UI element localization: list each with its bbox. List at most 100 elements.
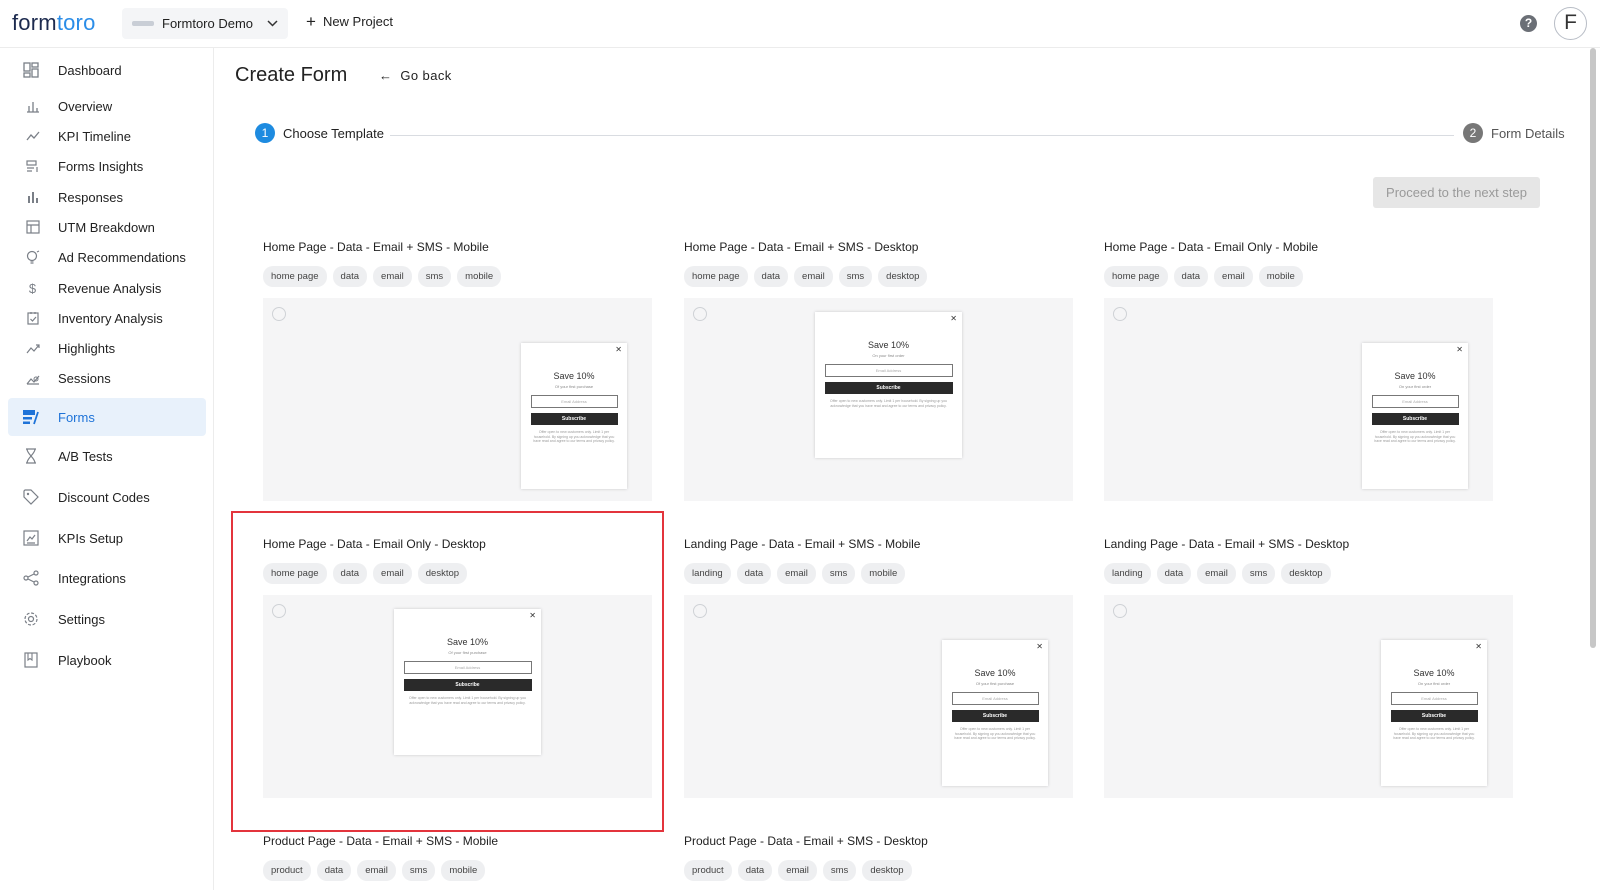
sidebar-item-integrations[interactable]: Integrations xyxy=(8,561,206,595)
forms-insights-icon xyxy=(25,159,40,174)
template-card[interactable]: Landing Page - Data - Email + SMS - Desk… xyxy=(1104,537,1513,798)
tag: home page xyxy=(263,266,327,287)
step-number: 1 xyxy=(255,123,275,143)
sidebar-item-label: Overview xyxy=(58,98,113,114)
popup-fine-print: Offer open to new customers only. Limit … xyxy=(954,727,1036,740)
sidebar-item-kpi-timeline[interactable]: KPI Timeline xyxy=(8,119,206,153)
proceed-button[interactable]: Proceed to the next step xyxy=(1373,177,1540,208)
popup-fine-print: Offer open to new customers only. Limit … xyxy=(1393,727,1475,740)
sidebar-item-discount-codes[interactable]: Discount Codes xyxy=(8,480,206,514)
tag-icon xyxy=(22,488,40,506)
sidebar-item-label: Integrations xyxy=(58,570,126,586)
template-radio[interactable] xyxy=(1113,307,1127,321)
tag: data xyxy=(316,860,352,881)
template-tags: home page data email sms mobile xyxy=(263,266,652,287)
template-radio[interactable] xyxy=(693,604,707,618)
step-number: 2 xyxy=(1463,123,1483,143)
sidebar-item-overview[interactable]: Overview xyxy=(8,89,206,123)
sidebar-item-kpis-setup[interactable]: KPIs Setup xyxy=(8,521,206,555)
popup-email-input: Email Address xyxy=(1371,395,1459,408)
sidebar-item-label: Responses xyxy=(58,189,124,205)
column-chart-icon xyxy=(25,190,40,205)
tag: sms xyxy=(838,266,873,287)
template-preview[interactable]: ✕ Save 10% On your first order Email Add… xyxy=(684,298,1073,501)
template-radio[interactable] xyxy=(272,307,286,321)
popup-heading: Save 10% xyxy=(867,340,910,350)
popup-heading: Save 10% xyxy=(553,371,595,381)
lightbulb-icon xyxy=(25,250,40,265)
template-radio[interactable] xyxy=(693,307,707,321)
tag: data xyxy=(1173,266,1209,287)
template-preview[interactable]: ✕ Save 10% On your first order Email Add… xyxy=(1104,298,1493,501)
sidebar-item-settings[interactable]: Settings xyxy=(8,602,206,636)
trend-icon xyxy=(25,341,40,356)
sidebar-item-playbook[interactable]: Playbook xyxy=(8,643,206,677)
sidebar-item-revenue-analysis[interactable]: $ Revenue Analysis xyxy=(8,271,206,305)
template-card[interactable]: Product Page - Data - Email + SMS - Mobi… xyxy=(263,834,652,881)
template-card[interactable]: Home Page - Data - Email + SMS - Desktop… xyxy=(684,240,1073,501)
tag: mobile xyxy=(441,860,486,881)
tag: email xyxy=(357,860,396,881)
stepper-line xyxy=(390,135,1454,136)
sidebar-item-utm-breakdown[interactable]: UTM Breakdown xyxy=(8,210,206,244)
sidebar-item-forms-insights[interactable]: Forms Insights xyxy=(8,149,206,183)
sidebar-item-ab-tests[interactable]: A/B Tests xyxy=(8,439,206,473)
sidebar-item-label: Highlights xyxy=(58,340,116,356)
hourglass-icon xyxy=(22,447,40,465)
popup-subheading: On your first order xyxy=(1398,384,1432,389)
sidebar-item-highlights[interactable]: Highlights xyxy=(8,331,206,365)
sidebar-item-sessions[interactable]: Sessions xyxy=(8,361,206,395)
template-tags: landing data email sms desktop xyxy=(1104,563,1493,584)
template-card[interactable]: Product Page - Data - Email + SMS - Desk… xyxy=(684,834,1073,881)
popup-heading: Save 10% xyxy=(1413,668,1455,678)
tag: desktop xyxy=(1281,563,1331,584)
template-card[interactable]: Landing Page - Data - Email + SMS - Mobi… xyxy=(684,537,1073,798)
tag: email xyxy=(1197,563,1236,584)
close-icon: ✕ xyxy=(950,314,957,323)
template-card[interactable]: Home Page - Data - Email + SMS - Mobile … xyxy=(263,240,652,501)
avatar[interactable]: F xyxy=(1554,7,1587,40)
template-title: Home Page - Data - Email + SMS - Mobile xyxy=(263,240,489,254)
template-title: Product Page - Data - Email + SMS - Mobi… xyxy=(263,834,499,848)
template-preview[interactable]: ✕ Save 10% On your first order Email Add… xyxy=(1104,595,1513,798)
sidebar-item-label: Inventory Analysis xyxy=(58,310,163,326)
sidebar-item-dashboard[interactable]: Dashboard xyxy=(8,53,206,87)
template-preview[interactable]: ✕ Save 10% Of your first purchase Email … xyxy=(684,595,1073,798)
tag: data xyxy=(753,266,789,287)
template-preview[interactable]: ✕ Save 10% Of your first purchase Email … xyxy=(263,298,652,501)
sidebar-item-ad-recommendations[interactable]: Ad Recommendations xyxy=(8,240,206,274)
tag: mobile xyxy=(1258,266,1303,287)
sidebar: Dashboard Overview KPI Timeline Forms In… xyxy=(0,48,214,890)
popup-preview: ✕ Save 10% Of your first purchase Email … xyxy=(521,343,627,489)
template-title: Home Page - Data - Email Only - Mobile xyxy=(1104,240,1319,254)
popup-preview: ✕ Save 10% On your first order Email Add… xyxy=(815,312,962,458)
popup-email-input: Email Address xyxy=(824,364,953,377)
sidebar-item-inventory-analysis[interactable]: Inventory Analysis xyxy=(8,301,206,335)
sidebar-item-responses[interactable]: Responses xyxy=(8,180,206,214)
popup-email-input: Email Address xyxy=(951,692,1039,705)
tag: sms xyxy=(821,563,856,584)
sidebar-item-forms[interactable]: Forms xyxy=(8,398,206,436)
popup-preview: ✕ Save 10% Of your first purchase Email … xyxy=(942,640,1048,786)
tag: data xyxy=(1156,563,1192,584)
tag: data xyxy=(736,563,772,584)
sessions-icon xyxy=(25,371,40,386)
help-icon[interactable]: ? xyxy=(1520,15,1537,32)
template-title: Product Page - Data - Email + SMS - Desk… xyxy=(684,834,928,848)
popup-subheading: On your first order xyxy=(1417,681,1451,686)
project-selector[interactable]: Formtoro Demo xyxy=(122,8,288,39)
sidebar-item-label: Forms xyxy=(58,409,95,425)
formtoro-logo[interactable]: formtoro xyxy=(12,10,96,36)
chevron-down-icon xyxy=(267,18,278,30)
go-back-link[interactable]: ← Go back xyxy=(379,68,452,83)
new-project-label: New Project xyxy=(322,14,394,29)
template-radio[interactable] xyxy=(1113,604,1127,618)
tag: product xyxy=(684,860,732,881)
tag: sms xyxy=(822,860,857,881)
template-card[interactable]: Home Page - Data - Email Only - Mobile h… xyxy=(1104,240,1493,501)
scrollbar[interactable] xyxy=(1590,48,1596,648)
tag: landing xyxy=(1104,563,1151,584)
new-project-button[interactable]: + New Project xyxy=(306,13,394,30)
project-logo xyxy=(132,21,154,26)
selection-highlight xyxy=(231,511,664,832)
